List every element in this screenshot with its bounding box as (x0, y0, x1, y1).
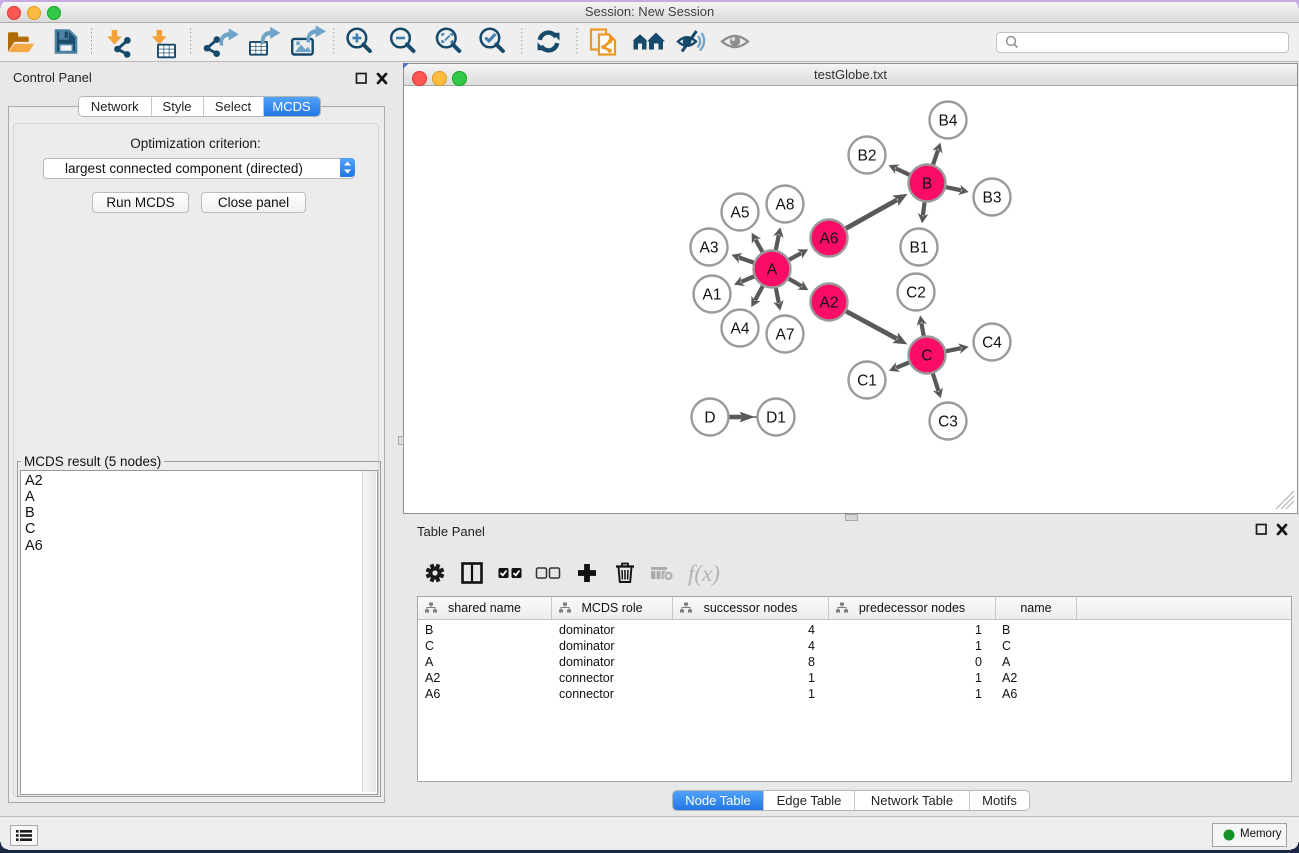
svg-text:A7: A7 (776, 327, 795, 344)
svg-text:A5: A5 (731, 205, 750, 222)
svg-text:C3: C3 (938, 414, 958, 431)
svg-text:A8: A8 (776, 197, 795, 214)
svg-text:B3: B3 (983, 190, 1002, 207)
svg-text:B1: B1 (910, 240, 929, 257)
svg-text:B4: B4 (939, 113, 958, 130)
svg-text:B2: B2 (858, 148, 877, 165)
svg-text:D: D (704, 410, 715, 427)
svg-text:A6: A6 (820, 231, 839, 248)
svg-text:A2: A2 (820, 295, 839, 312)
svg-text:C1: C1 (857, 373, 877, 390)
svg-text:C2: C2 (906, 285, 926, 302)
svg-text:A: A (767, 262, 778, 279)
svg-text:A1: A1 (703, 287, 722, 304)
svg-text:A3: A3 (700, 240, 719, 257)
svg-text:D1: D1 (766, 410, 786, 427)
svg-text:C4: C4 (982, 335, 1002, 352)
svg-text:C: C (921, 348, 932, 365)
svg-text:A4: A4 (731, 321, 750, 338)
svg-text:f(x): f(x) (688, 561, 720, 586)
svg-text:B: B (922, 176, 932, 193)
